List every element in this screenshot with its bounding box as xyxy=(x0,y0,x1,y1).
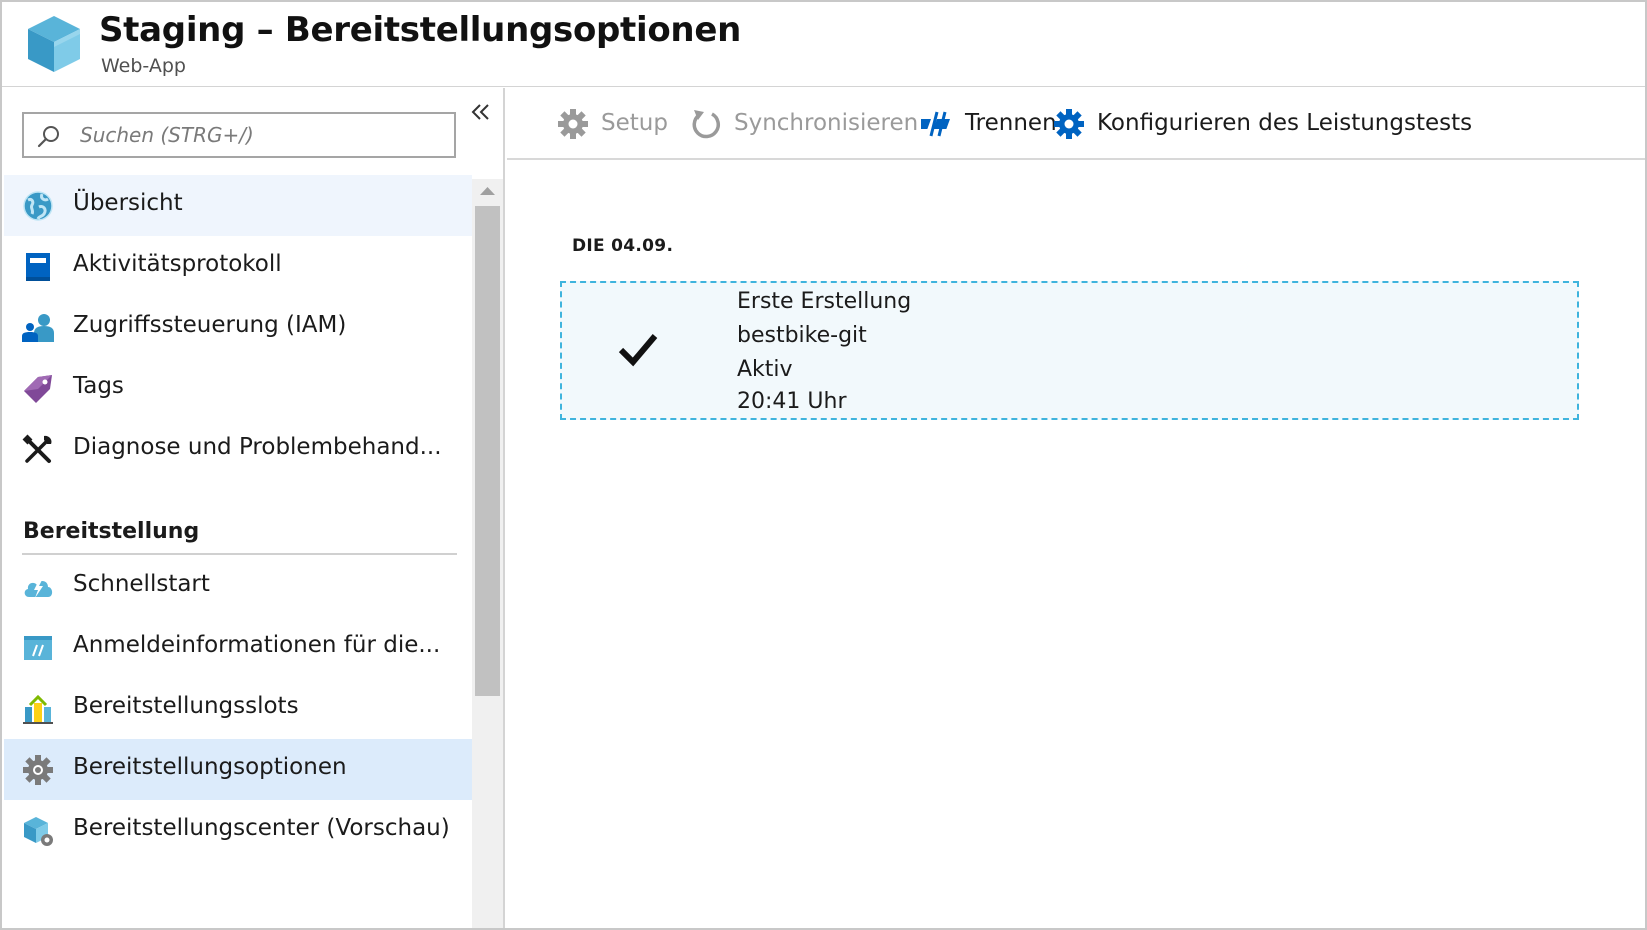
cloud-bolt-icon xyxy=(24,580,53,598)
sidebar-item-diagnose[interactable]: Diagnose und Problembehand... xyxy=(4,419,472,480)
book-icon xyxy=(26,253,50,281)
sidebar-item-aktivitaetsprotokoll[interactable]: Aktivitätsprotokoll xyxy=(4,236,472,297)
sidebar-item-bereitstellungsslots[interactable]: Bereitstellungsslots xyxy=(4,678,472,739)
page-subtitle: Web-App xyxy=(101,55,186,77)
deployment-message: Erste Erstellung xyxy=(737,289,912,314)
refresh-icon xyxy=(692,110,720,139)
sidebar-item-tags[interactable]: Tags xyxy=(4,358,472,419)
main-content: Setup Synchronisieren Trennen Konfigurie… xyxy=(507,88,1645,928)
scroll-up-arrow-icon[interactable] xyxy=(472,179,503,203)
sidebar-item-schnellstart[interactable]: Schnellstart xyxy=(4,556,472,617)
sidebar-item-label: Zugriffssteuerung (IAM) xyxy=(73,312,347,338)
sidebar-item-label: Bereitstellungscenter (Vorschau) xyxy=(73,815,450,841)
sync-button-label: Synchronisieren xyxy=(734,110,919,136)
sidebar-item-uebersicht[interactable]: Übersicht xyxy=(4,175,472,236)
sidebar-item-label: Aktivitätsprotokoll xyxy=(73,251,282,277)
sidebar-scrollbar[interactable] xyxy=(472,179,503,928)
search-icon xyxy=(37,126,59,148)
sidebar-item-bereitstellungsoptionen[interactable]: Bereitstellungsoptionen xyxy=(4,739,472,800)
scrollbar-thumb[interactable] xyxy=(475,206,500,696)
checkmark-icon xyxy=(618,334,658,367)
globe-icon xyxy=(23,191,53,221)
tag-icon xyxy=(24,375,52,403)
credentials-window-icon xyxy=(24,636,52,660)
configure-load-test-button[interactable]: Konfigurieren des Leistungstests xyxy=(1053,104,1472,144)
deployment-entry[interactable]: Erste Erstellung bestbike-git Aktiv 20:4… xyxy=(560,281,1579,420)
chevron-double-left-icon[interactable] xyxy=(468,100,494,126)
deployment-time: 20:41 Uhr xyxy=(737,389,847,414)
sidebar-item-label: Tags xyxy=(73,373,124,399)
azure-cube-icon xyxy=(28,16,80,72)
setup-button-label: Setup xyxy=(601,110,668,136)
app-window: Staging – Bereitstellungsoptionen Web-Ap… xyxy=(0,0,1647,930)
sidebar-item-label: Diagnose und Problembehand... xyxy=(73,434,442,460)
sidebar-item-zugriffssteuerung[interactable]: Zugriffssteuerung (IAM) xyxy=(4,297,472,358)
wrench-screwdriver-icon xyxy=(22,434,52,463)
deployment-center-icon xyxy=(24,817,53,846)
deployment-source: bestbike-git xyxy=(737,323,867,348)
sidebar-item-label: Bereitstellungsoptionen xyxy=(73,754,347,780)
configure-load-test-button-label: Konfigurieren des Leistungstests xyxy=(1097,110,1473,136)
sidebar-item-label: Schnellstart xyxy=(73,571,210,597)
slots-icon xyxy=(23,694,53,724)
section-divider xyxy=(22,553,457,555)
sidebar-item-label: Übersicht xyxy=(73,190,183,216)
people-icon xyxy=(22,314,54,342)
gear-icon xyxy=(23,755,53,785)
gear-icon xyxy=(1054,109,1084,139)
disconnect-button-label: Trennen xyxy=(965,110,1057,136)
disconnect-button[interactable]: Trennen xyxy=(921,104,1061,144)
deployment-date-heading: DIE 04.09. xyxy=(572,236,674,256)
sidebar-item-label: Bereitstellungsslots xyxy=(73,693,299,719)
sidebar-item-bereitstellungscenter[interactable]: Bereitstellungscenter (Vorschau) xyxy=(4,800,472,861)
command-bar: Setup Synchronisieren Trennen Konfigurie… xyxy=(507,88,1645,160)
search-input[interactable] xyxy=(80,120,440,150)
disconnect-icon xyxy=(921,111,950,137)
search-box[interactable] xyxy=(22,112,456,158)
page-title: Staging – Bereitstellungsoptionen xyxy=(99,10,741,50)
blade-header: Staging – Bereitstellungsoptionen Web-Ap… xyxy=(2,2,1645,87)
gear-icon xyxy=(558,109,588,139)
sidebar-item-anmeldeinformationen[interactable]: Anmeldeinformationen für die... xyxy=(4,617,472,678)
sync-button[interactable]: Synchronisieren xyxy=(690,104,930,144)
sidebar-item-label: Anmeldeinformationen für die... xyxy=(73,632,441,658)
deployment-status: Aktiv xyxy=(737,357,793,382)
section-header-bereitstellung: Bereitstellung xyxy=(23,519,200,544)
sidebar: Übersicht Aktivitätsprotokoll Zugriffsst… xyxy=(2,88,505,928)
